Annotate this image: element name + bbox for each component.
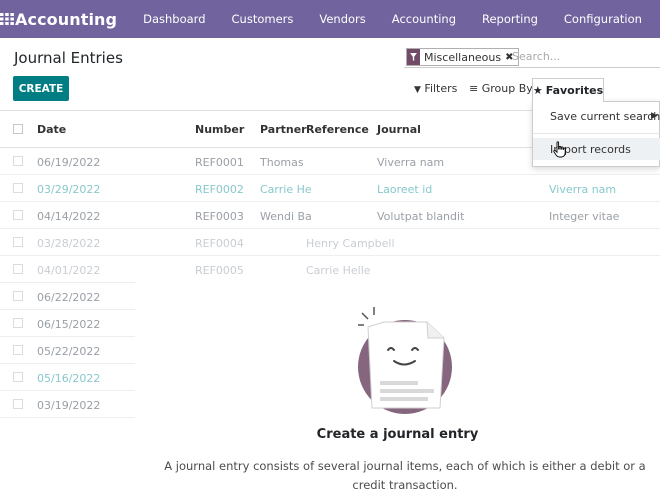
favorites-dropdown: Save current search ▶ Import records (532, 101, 660, 167)
cell-journal: Viverra nam (377, 156, 445, 169)
star-icon: ★ (532, 84, 543, 97)
search-facet: Miscellaneous ✖ (406, 48, 519, 66)
row-checkbox[interactable] (13, 156, 23, 166)
cell-journal: Volutpat blandit (377, 210, 465, 223)
list-icon: ≡ (469, 82, 479, 95)
page-title: Journal Entries (14, 49, 123, 67)
cell-date: 06/15/2022 (37, 318, 101, 331)
row-checkbox[interactable] (13, 237, 23, 247)
select-all-checkbox[interactable] (13, 124, 23, 134)
search-input[interactable]: Search... (512, 50, 560, 63)
table-row[interactable]: 04/14/2022 REF0003 Wendi Ba Volutpat blandi… (0, 202, 660, 229)
save-current-search-item[interactable]: Save current search (550, 110, 660, 123)
column-journal[interactable]: Journal (377, 123, 421, 136)
group-by-label: Group By (481, 82, 533, 95)
cell-partner: Carrie He (260, 183, 312, 196)
menu-dashboard[interactable]: Dashboard (143, 12, 205, 26)
facet-label: Miscellaneous (424, 50, 502, 64)
column-partner[interactable]: Partner (260, 123, 307, 136)
cell-number: REF0003 (195, 210, 244, 223)
dropdown-divider (533, 133, 660, 134)
cell-journal-extra: Viverra nam (549, 183, 617, 196)
cell-reference: Carrie Helle (306, 264, 371, 277)
favorites-button[interactable]: ★ Favorites (532, 78, 604, 102)
cell-date: 03/28/2022 (37, 237, 101, 250)
table-row[interactable]: 03/29/2022 REF0002 Carrie He Laoreet id Vive… (0, 175, 660, 202)
search-bar[interactable]: Miscellaneous ✖ Search... (404, 46, 660, 68)
top-navbar: Accounting Dashboard Customers Vendors A… (0, 0, 660, 38)
row-checkbox[interactable] (13, 291, 23, 301)
table-row[interactable]: 04/01/2022 REF0005 Carrie Helle (0, 256, 660, 283)
filters-label: Filters (424, 82, 458, 95)
cell-number: REF0005 (195, 264, 244, 277)
cell-date: 04/01/2022 (37, 264, 101, 277)
cell-date: 06/22/2022 (37, 291, 101, 304)
create-button[interactable]: CREATE (13, 76, 69, 101)
menu-reporting[interactable]: Reporting (482, 12, 538, 26)
cell-partner: Thomas (260, 156, 304, 169)
cell-date: 04/14/2022 (37, 210, 101, 223)
menu-customers[interactable]: Customers (232, 12, 294, 26)
menu-configuration[interactable]: Configuration (564, 12, 642, 26)
row-checkbox[interactable] (13, 345, 23, 355)
filters-button[interactable]: ▼ Filters (414, 82, 457, 95)
favorites-label: Favorites (545, 84, 604, 97)
column-date[interactable]: Date (37, 123, 66, 136)
column-number[interactable]: Number (195, 123, 244, 136)
cell-partner: Wendi Ba (260, 210, 312, 223)
filter-icon: ▼ (414, 85, 421, 95)
table-row[interactable]: 03/28/2022 REF0004 Henry Campbell (0, 229, 660, 256)
cell-date: 05/22/2022 (37, 345, 101, 358)
cell-number: REF0001 (195, 156, 244, 169)
group-by-button[interactable]: ≡ Group By (469, 82, 533, 95)
menu-accounting[interactable]: Accounting (392, 12, 456, 26)
empty-state-text: A journal entry consists of several jour… (164, 459, 646, 492)
cell-date: 06/19/2022 (37, 156, 101, 169)
column-reference[interactable]: Reference (306, 123, 369, 136)
filter-icon (407, 49, 420, 65)
menu-vendors[interactable]: Vendors (319, 12, 365, 26)
cell-reference: Henry Campbell (306, 237, 395, 250)
cell-journal-extra: Integer vitae (549, 210, 620, 223)
cell-number: REF0002 (195, 183, 244, 196)
caret-right-icon: ▶ (651, 111, 658, 121)
cell-journal: Laoreet id (377, 183, 433, 196)
row-checkbox[interactable] (13, 318, 23, 328)
cell-date: 03/19/2022 (37, 399, 101, 412)
app-brand[interactable]: Accounting (15, 10, 117, 29)
cell-number: REF0004 (195, 237, 244, 250)
row-checkbox[interactable] (13, 372, 23, 382)
empty-state-overlay-left (0, 420, 135, 501)
row-checkbox[interactable] (13, 210, 23, 220)
cell-date: 05/16/2022 (37, 372, 101, 385)
app-grid-icon[interactable] (0, 0, 14, 38)
hand-cursor-icon (553, 141, 567, 162)
row-checkbox[interactable] (13, 183, 23, 193)
empty-state-title: Create a journal entry (316, 427, 479, 442)
empty-document-illustration (350, 305, 460, 421)
row-checkbox[interactable] (13, 399, 23, 409)
row-checkbox[interactable] (13, 264, 23, 274)
cell-date: 03/29/2022 (37, 183, 101, 196)
